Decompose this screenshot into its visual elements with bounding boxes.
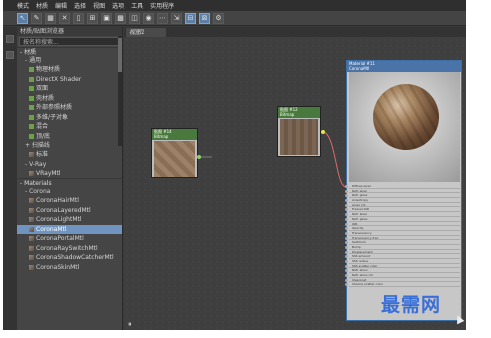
watermark-logo: 最需网 bbox=[381, 294, 442, 316]
list-item[interactable]: 物理材质 bbox=[17, 65, 122, 75]
material-id-icon[interactable]: ▯ bbox=[73, 12, 84, 24]
category-materials-2[interactable]: - Materials bbox=[17, 178, 122, 187]
list-item[interactable]: DirectX Shader bbox=[17, 75, 122, 85]
category-general[interactable]: - 通用 bbox=[17, 56, 122, 65]
list-item[interactable]: CoronaShadowCatcherMtl bbox=[17, 253, 122, 263]
material-swatch-icon bbox=[29, 226, 34, 232]
node-subtitle: Bitmap bbox=[154, 133, 169, 139]
select-tool-icon[interactable]: ↖ bbox=[17, 12, 28, 24]
material-swatch-icon bbox=[29, 114, 34, 120]
material-swatch-icon bbox=[29, 152, 34, 157]
grid-icon[interactable]: ⊠ bbox=[199, 12, 210, 24]
material-node-header[interactable]: Material #11 CoronaMtl bbox=[347, 61, 461, 72]
material-swatch-icon bbox=[29, 170, 34, 176]
menu-edit[interactable]: 编辑 bbox=[55, 1, 67, 10]
parquet-texture-thumbnail bbox=[154, 141, 195, 177]
menu-tools[interactable]: 工具 bbox=[131, 1, 143, 10]
dock-icon[interactable] bbox=[6, 35, 14, 43]
list-item[interactable]: 双面 bbox=[17, 84, 122, 94]
view-tab-bar: 视图1 bbox=[124, 27, 466, 37]
list-item[interactable]: CoronaHairMtl bbox=[17, 196, 122, 206]
list-item[interactable]: CoronaRaySwitchMtl bbox=[17, 244, 122, 254]
bitmap-node-2[interactable]: 贴图 #12 Bitmap bbox=[277, 106, 321, 157]
list-item[interactable]: 标准 bbox=[17, 150, 122, 160]
list-item[interactable]: CoronaLightMtl bbox=[17, 215, 122, 225]
list-item[interactable]: 壳材质 bbox=[17, 94, 122, 104]
menu-material[interactable]: 材质 bbox=[36, 1, 48, 10]
toolbar: ↖ ✎ ▦ ✕ ▯ ⊞ ▣ ▩ ◫ ◉ ⋯ ⇲ ⊟ ⊠ ⚙ bbox=[3, 11, 466, 26]
list-item[interactable]: VRayMtl bbox=[17, 169, 122, 179]
material-swatch-icon bbox=[29, 133, 34, 139]
category-materials[interactable]: - 材质 bbox=[17, 47, 122, 56]
bitmap2-to-material-wire bbox=[323, 131, 347, 188]
output-socket-icon[interactable] bbox=[321, 130, 325, 134]
zoom-extents-icon[interactable]: ◉ bbox=[143, 12, 154, 24]
layout-icon[interactable]: ⊞ bbox=[87, 12, 98, 24]
material-slot-list: Diffuse level Refl. level Refl. gloss An… bbox=[345, 184, 460, 288]
material-swatch-icon bbox=[29, 264, 34, 270]
tab-view1[interactable]: 视图1 bbox=[126, 28, 166, 37]
material-swatch-icon bbox=[29, 76, 34, 82]
bitmap-node-2-header[interactable]: 贴图 #12 Bitmap bbox=[278, 107, 320, 118]
list-item[interactable]: CoronaPortalMtl bbox=[17, 234, 122, 244]
list-item[interactable]: 多维/子对象 bbox=[17, 113, 122, 123]
bitmap-node-1[interactable]: 贴图 #14 Bitmap bbox=[151, 128, 198, 178]
node-view-canvas[interactable]: 贴图 #14 Bitmap 贴图 #12 Bitmap Material #11… bbox=[124, 37, 466, 330]
material-editor-window: 模式 材质 编辑 选择 视图 选项 工具 实用程序 ↖ ✎ ▦ ✕ ▯ ⊞ ▣ … bbox=[3, 0, 466, 330]
bitmap-node-1-header[interactable]: 贴图 #14 Bitmap bbox=[152, 129, 197, 140]
menu-options[interactable]: 选项 bbox=[112, 1, 124, 10]
material-preview bbox=[349, 72, 460, 182]
output-socket-icon[interactable] bbox=[197, 155, 201, 159]
left-strip bbox=[3, 27, 17, 330]
layout-children-icon[interactable]: ⋯ bbox=[157, 12, 168, 24]
options-icon[interactable]: ⚙ bbox=[213, 12, 224, 24]
category-scanline[interactable]: + 扫描线 bbox=[17, 141, 122, 150]
node-subtitle: CoronaMtl bbox=[349, 65, 370, 71]
list-item-selected[interactable]: CoronaMtl bbox=[17, 224, 122, 234]
category-vray[interactable]: - V-Ray bbox=[17, 160, 122, 169]
delete-icon[interactable]: ✕ bbox=[59, 12, 70, 24]
assign-material-icon[interactable]: ▦ bbox=[45, 12, 56, 24]
material-swatch-icon bbox=[29, 255, 34, 260]
material-swatch-icon bbox=[29, 67, 34, 72]
list-item[interactable]: CoronaSkinMtl bbox=[17, 263, 122, 273]
list-item[interactable]: CoronaLayeredMtl bbox=[17, 206, 122, 216]
layout-all-icon[interactable]: ⇲ bbox=[171, 12, 182, 24]
material-swatch-icon bbox=[29, 217, 34, 222]
menu-utilities[interactable]: 实用程序 bbox=[150, 1, 174, 10]
material-swatch-icon bbox=[29, 236, 34, 241]
browser-search-input[interactable]: 按名称搜索... bbox=[19, 37, 120, 46]
menu-mode[interactable]: 模式 bbox=[17, 1, 29, 10]
list-item[interactable]: 混合 bbox=[17, 122, 122, 132]
wood-texture-thumbnail bbox=[280, 119, 318, 155]
material-swatch-icon bbox=[29, 198, 34, 203]
pan-hand-icon[interactable]: ⏸ bbox=[128, 320, 132, 329]
material-swatch-icon bbox=[29, 95, 34, 101]
list-item[interactable]: 顶/底 bbox=[17, 132, 122, 142]
menu-select[interactable]: 选择 bbox=[74, 1, 86, 10]
material-swatch-icon bbox=[29, 207, 34, 213]
eyedropper-icon[interactable]: ✎ bbox=[31, 12, 42, 24]
background-icon[interactable]: ▩ bbox=[115, 12, 126, 24]
material-swatch-icon bbox=[29, 245, 34, 251]
material-sphere-preview bbox=[373, 84, 439, 150]
category-corona[interactable]: - Corona bbox=[17, 187, 122, 196]
material-swatch-icon bbox=[29, 124, 34, 129]
material-slot[interactable]: Volume scatter color bbox=[345, 282, 460, 288]
menu-bar: 模式 材质 编辑 选择 视图 选项 工具 实用程序 bbox=[3, 0, 466, 11]
browser-title: 材质/贴图浏览器 bbox=[17, 27, 122, 36]
list-item[interactable]: 外部参照材质 bbox=[17, 103, 122, 113]
arrange-icon[interactable]: ⊟ bbox=[185, 12, 196, 24]
material-swatch-icon bbox=[29, 105, 34, 110]
menu-view[interactable]: 视图 bbox=[93, 1, 105, 10]
material-swatch-icon bbox=[29, 86, 34, 91]
material-map-browser: 材质/贴图浏览器 按名称搜索... - 材质 - 通用 物理材质 DirectX… bbox=[17, 27, 123, 330]
material-node[interactable]: Material #11 CoronaMtl Diffuse level Ref… bbox=[345, 60, 462, 321]
hide-unused-icon[interactable]: ◫ bbox=[129, 12, 140, 24]
show-map-icon[interactable]: ▣ bbox=[101, 12, 112, 24]
pin-icon[interactable] bbox=[6, 51, 14, 59]
node-subtitle: Bitmap bbox=[280, 111, 295, 117]
